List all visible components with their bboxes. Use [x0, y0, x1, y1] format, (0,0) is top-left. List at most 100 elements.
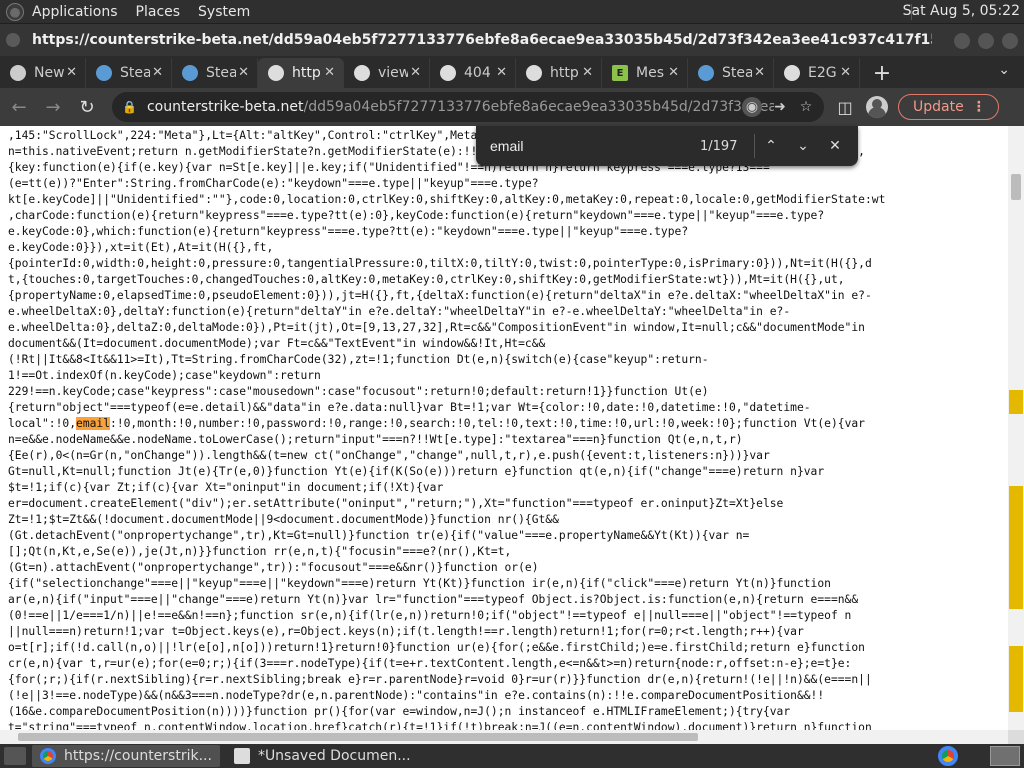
minimize-button[interactable] [954, 33, 970, 49]
tab-1[interactable]: Stea ✕ [86, 58, 172, 88]
code-line: t="string"===typeof n.contentWindow.loca… [8, 721, 872, 730]
tab-8[interactable]: Stea ✕ [688, 58, 774, 88]
tab-label: E2G [808, 65, 837, 81]
bookmark-star-icon[interactable]: ☆ [796, 97, 816, 117]
taskbar-item-text-editor[interactable]: *Unsaved Documen... [226, 745, 419, 767]
code-line: ,charCode:function(e){return"keypress"==… [8, 209, 825, 222]
tab-4[interactable]: view ✕ [344, 58, 430, 88]
tab-9[interactable]: E2G ✕ [774, 58, 860, 88]
code-line: er=document.createElement("div");er.setA… [8, 497, 784, 510]
side-panel-icon[interactable]: ◫ [832, 94, 858, 120]
find-input[interactable] [490, 138, 670, 154]
code-line: t,{touches:0,targetTouches:0,changedTouc… [8, 273, 845, 286]
steam-icon [96, 65, 112, 81]
tab-search-icon[interactable]: ⌄ [998, 62, 1010, 78]
find-close-button[interactable]: ✕ [819, 131, 851, 161]
clock[interactable]: Sat Aug 5, 05:22 [903, 3, 1020, 19]
tab-close-icon[interactable]: ✕ [668, 65, 679, 80]
window-menu-icon[interactable] [6, 33, 20, 47]
profile-avatar[interactable] [866, 96, 888, 118]
match-marker [1009, 411, 1023, 414]
tab-6[interactable]: http ✕ [516, 58, 602, 88]
code-line: (Gt=n).attachEvent("onpropertychange",tr… [8, 561, 539, 574]
update-label: Update [913, 99, 964, 115]
system-menu[interactable]: System [198, 4, 250, 20]
show-desktop-button[interactable] [4, 747, 26, 765]
code-line: ar(e,n){if("input"===e||"change"===e)ret… [8, 593, 859, 606]
close-window-button[interactable] [1002, 33, 1018, 49]
globe-icon [268, 65, 284, 81]
window-title: https://counterstrike-beta.net/dd59a04eb… [32, 32, 932, 48]
taskbar-label: *Unsaved Documen... [257, 748, 411, 764]
taskbar-item-browser[interactable]: https://counterstrik... [32, 745, 220, 767]
tab-close-icon[interactable]: ✕ [324, 65, 335, 80]
horizontal-scroll-thumb[interactable] [18, 733, 698, 741]
tab-7[interactable]: E Mes ✕ [602, 58, 688, 88]
tab-close-icon[interactable]: ✕ [496, 65, 507, 80]
globe-icon [784, 65, 800, 81]
tab-close-icon[interactable]: ✕ [66, 65, 77, 80]
code-line: cr(e,n){var t,r=ur(e);for(e=0;r;){if(3==… [8, 657, 852, 670]
horizontal-scrollbar[interactable] [0, 730, 1008, 744]
code-line: e.wheelDelta:0},deltaZ:0,deltaMode:0}),P… [8, 321, 865, 334]
code-line: {Ee(r),0<(n=Gr(n,"onChange")).length&&(t… [8, 449, 770, 462]
code-line: $t=!1;if(c){var Zt;if(c){var Xt="oninput… [8, 481, 444, 494]
code-line: (!Rt||It&&8<It&&11>=It),Tt=String.fromCh… [8, 353, 709, 366]
code-line: (0!==e||1/e===1/n)||e!==e&&n!==n};functi… [8, 609, 852, 622]
window-titlebar[interactable]: https://counterstrike-beta.net/dd59a04eb… [0, 24, 1024, 56]
tab-label: http [292, 65, 321, 81]
applications-menu[interactable]: Applications [32, 4, 118, 20]
tab-3[interactable]: http ✕ [258, 58, 344, 88]
code-line: {return"object"===typeof(e=e.detail)&&"d… [8, 401, 811, 414]
maximize-button[interactable] [978, 33, 994, 49]
find-next-button[interactable]: ⌄ [787, 131, 819, 161]
lock-icon[interactable]: 🔒 [122, 100, 137, 114]
taskbar-label: https://counterstrik... [64, 748, 212, 764]
new-tab-button[interactable]: + [868, 58, 896, 88]
back-button[interactable]: ← [4, 92, 34, 122]
places-menu[interactable]: Places [136, 4, 181, 20]
tab-close-icon[interactable]: ✕ [238, 65, 249, 80]
bottom-panel: https://counterstrik... *Unsaved Documen… [0, 744, 1024, 768]
tab-close-icon[interactable]: ✕ [152, 65, 163, 80]
source-code: ,145:"ScrollLock",224:"Meta"},Lt={Alt:"a… [0, 126, 1008, 730]
find-previous-button[interactable]: ⌃ [755, 131, 787, 161]
share-icon[interactable]: ➜ [770, 97, 790, 117]
browser-toolbar: ← → ↻ 🔒 counterstrike-beta.net /dd59a04e… [0, 88, 1024, 126]
match-marker [1009, 709, 1023, 712]
tab-close-icon[interactable]: ✕ [754, 65, 765, 80]
forward-button[interactable]: → [38, 92, 68, 122]
chrome-tray-icon[interactable] [938, 746, 958, 766]
more-menu-icon[interactable]: ⋮ [972, 99, 986, 115]
tab-5[interactable]: 404 ✕ [430, 58, 516, 88]
update-button[interactable]: Update ⋮ [898, 94, 999, 120]
tab-close-icon[interactable]: ✕ [582, 65, 593, 80]
tab-2[interactable]: Stea ✕ [172, 58, 258, 88]
chrome-icon [40, 748, 56, 764]
url-host: counterstrike-beta.net [146, 99, 304, 115]
tab-label: New [34, 65, 64, 81]
gnome-foot-icon[interactable] [6, 2, 24, 21]
code-line: {pointerId:0,width:0,height:0,pressure:0… [8, 257, 872, 270]
reload-button[interactable]: ↻ [72, 92, 102, 122]
globe-icon [440, 65, 456, 81]
code-line: e.keyCode:0}}),xt=it(Et),At=it(H({},ft, [8, 241, 274, 254]
code-line: document&&(It=document.documentMode);var… [8, 337, 546, 350]
vertical-scroll-thumb[interactable] [1011, 174, 1021, 200]
tab-0[interactable]: New ✕ [0, 58, 86, 88]
code-line: {if("selectionchange"===e||"keyup"===e||… [8, 577, 831, 590]
google-lens-icon[interactable]: ◉ [742, 97, 762, 117]
vertical-scrollbar[interactable] [1008, 126, 1024, 730]
workspace-switcher[interactable] [990, 746, 1020, 766]
page-content[interactable]: ,145:"ScrollLock",224:"Meta"},Lt={Alt:"a… [0, 126, 1008, 730]
address-bar[interactable]: 🔒 counterstrike-beta.net /dd59a04eb5f727… [112, 92, 824, 122]
tab-label: http [550, 65, 579, 81]
tab-close-icon[interactable]: ✕ [840, 65, 851, 80]
scrollbar-corner [1008, 730, 1024, 744]
code-line: {for(;r;){if(r.nextSibling){r=r.nextSibl… [8, 673, 872, 686]
code-line: (16&e.compareDocumentPosition(n))))}func… [8, 705, 791, 718]
tab-label: view [378, 65, 408, 81]
tab-label: Stea [206, 65, 236, 81]
globe-icon [354, 65, 370, 81]
tab-close-icon[interactable]: ✕ [410, 65, 421, 80]
